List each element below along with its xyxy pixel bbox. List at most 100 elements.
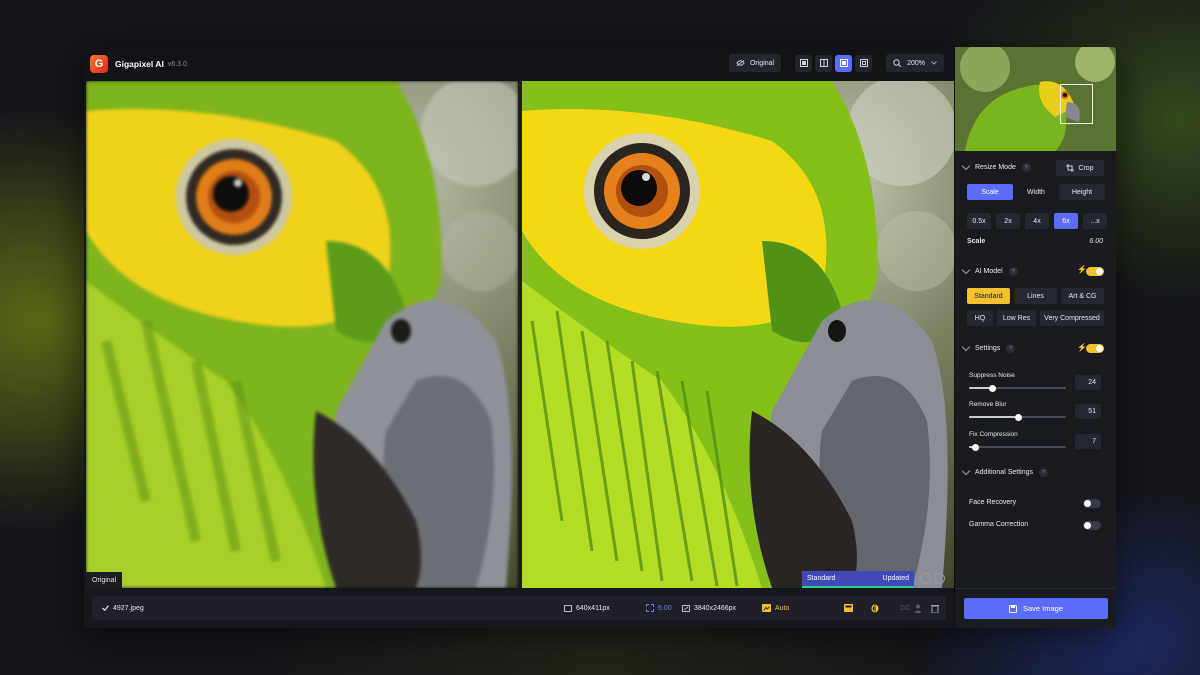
resize-mode-title: Resize Mode (975, 164, 1016, 171)
enhanced-image-pane[interactable] (522, 81, 954, 588)
output-size: 3840x2466px (682, 604, 736, 612)
scale-2x-button[interactable]: 2x (996, 213, 1020, 229)
side-by-side-icon (839, 59, 848, 67)
model-standard-button[interactable]: Standard (967, 288, 1010, 304)
image-size-icon (564, 604, 572, 612)
original-toggle-button[interactable]: Original (728, 54, 782, 72)
chevron-down-icon (961, 466, 971, 476)
processing-status-chip: Standard Updated (802, 571, 914, 588)
trash-icon[interactable] (931, 604, 939, 613)
original-image-pane[interactable] (86, 81, 518, 588)
fix-compression-value[interactable]: 7 (1075, 434, 1101, 449)
gamma-correction-indicator: GC (900, 605, 911, 612)
model-art-cg-button[interactable]: Art & CG (1061, 288, 1104, 304)
user-icon[interactable] (914, 604, 922, 613)
filename: 4927.jpeg (113, 604, 144, 612)
checkmark-icon (102, 605, 109, 611)
crop-label: Crop (1078, 164, 1094, 172)
navigator-viewport-frame[interactable] (1060, 84, 1093, 124)
view-side-by-side-button[interactable] (835, 54, 853, 72)
settings-auto-toggle[interactable] (1086, 344, 1104, 353)
model-very-compressed-button[interactable]: Very Compressed (1040, 310, 1104, 326)
scale-0-5x-button[interactable]: 0.5x (967, 213, 991, 229)
help-icon[interactable]: ? (1021, 163, 1031, 172)
chevron-down-icon (961, 265, 971, 275)
remove-blur-value[interactable]: 51 (1075, 404, 1101, 419)
model-lines-button[interactable]: Lines (1014, 288, 1057, 304)
view-single-button[interactable] (795, 54, 813, 72)
zoom-dropdown[interactable]: 200% (886, 54, 944, 72)
original-label: Original (749, 59, 775, 67)
scale-6x-button[interactable]: 6x (1054, 213, 1078, 229)
scale-value[interactable]: 6.00 (1085, 238, 1103, 245)
scale-4x-button[interactable]: 4x (1025, 213, 1049, 229)
file-entry[interactable]: 4927.jpeg (102, 605, 144, 612)
help-icon[interactable]: ? (1038, 468, 1048, 477)
additional-settings-header[interactable]: Additional Settings ? (961, 466, 1048, 477)
app-window: G Gigapixel AI v6.3.0 Original 200% Orig… (84, 47, 1116, 628)
settings-header[interactable]: Settings ? (961, 342, 1016, 353)
model-low-res-button[interactable]: Low Res (997, 310, 1036, 326)
suppress-noise-value[interactable]: 24 (1075, 375, 1101, 390)
compare-icon[interactable] (844, 604, 853, 612)
sad-face-icon[interactable] (920, 573, 931, 584)
scale-label: Scale (967, 238, 986, 245)
ai-model-title: AI Model (975, 268, 1003, 275)
scale-custom-button[interactable]: ...x (1083, 213, 1107, 229)
auto-label: Auto (775, 604, 790, 612)
parrot-original-image (86, 81, 518, 588)
ai-model-header[interactable]: AI Model ? (961, 265, 1018, 276)
original-pane-label: Original (86, 572, 123, 588)
split-view-icon (819, 59, 828, 67)
eye-off-icon (736, 59, 745, 67)
status-state: Updated (882, 575, 909, 582)
remove-blur-slider[interactable] (969, 413, 1066, 421)
model-hq-button[interactable]: HQ (967, 310, 993, 326)
crop-icon (1066, 164, 1075, 172)
mode-scale-button[interactable]: Scale (967, 184, 1013, 200)
settings-panel: Resize Mode ? Crop Scale Width Height 0.… (954, 47, 1116, 628)
output-size-icon (682, 604, 690, 612)
resize-mode-header[interactable]: Resize Mode ? (961, 161, 1031, 172)
expand-icon (646, 604, 654, 612)
mode-height-button[interactable]: Height (1059, 184, 1105, 200)
input-size: 640x411px (564, 604, 610, 612)
app-version: v6.3.0 (167, 60, 187, 68)
happy-face-icon[interactable] (934, 573, 945, 584)
face-recovery-label: Face Recovery (969, 499, 1017, 506)
chevron-down-icon (931, 61, 937, 65)
chevron-down-icon (961, 342, 971, 352)
save-image-button[interactable]: Save Image (964, 598, 1108, 619)
ai-model-auto-toggle[interactable] (1086, 267, 1104, 276)
bottom-bar: 4927.jpeg 640x411px 6.00 3840x2466px Aut… (92, 596, 946, 620)
fix-compression-label: Fix Compression (969, 431, 1018, 438)
scale-value: 6.00 (658, 604, 672, 612)
gigapixel-logo-icon: G (90, 55, 108, 73)
suppress-noise-label: Suppress Noise (969, 372, 1015, 379)
save-icon (1008, 604, 1017, 613)
gamma-correction-toggle[interactable] (1083, 521, 1101, 530)
crop-button[interactable]: Crop (1056, 160, 1104, 176)
view-mode-group (795, 54, 873, 72)
slider-knob[interactable] (972, 443, 980, 451)
auto-image-icon (762, 604, 771, 612)
auto-mode-button[interactable]: Auto (762, 604, 789, 612)
parrot-enhanced-image (522, 81, 954, 588)
view-split-button[interactable] (815, 54, 833, 72)
gamma-correction-label: Gamma Correction (969, 521, 1029, 528)
face-recovery-toggle[interactable] (1083, 499, 1101, 508)
feedback-icons (920, 573, 945, 584)
mode-width-button[interactable]: Width (1013, 184, 1059, 200)
panel-divider (955, 588, 1116, 589)
slider-knob[interactable] (1014, 413, 1022, 421)
help-icon[interactable]: ? (1006, 344, 1016, 353)
single-view-icon (799, 59, 808, 67)
navigator-thumbnail[interactable] (955, 47, 1116, 151)
face-recovery-icon[interactable] (870, 604, 880, 613)
chevron-down-icon (961, 161, 971, 171)
view-grid-button[interactable] (855, 54, 873, 72)
fix-compression-slider[interactable] (969, 443, 1066, 451)
slider-knob[interactable] (988, 384, 996, 392)
suppress-noise-slider[interactable] (969, 384, 1066, 392)
help-icon[interactable]: ? (1008, 267, 1018, 276)
